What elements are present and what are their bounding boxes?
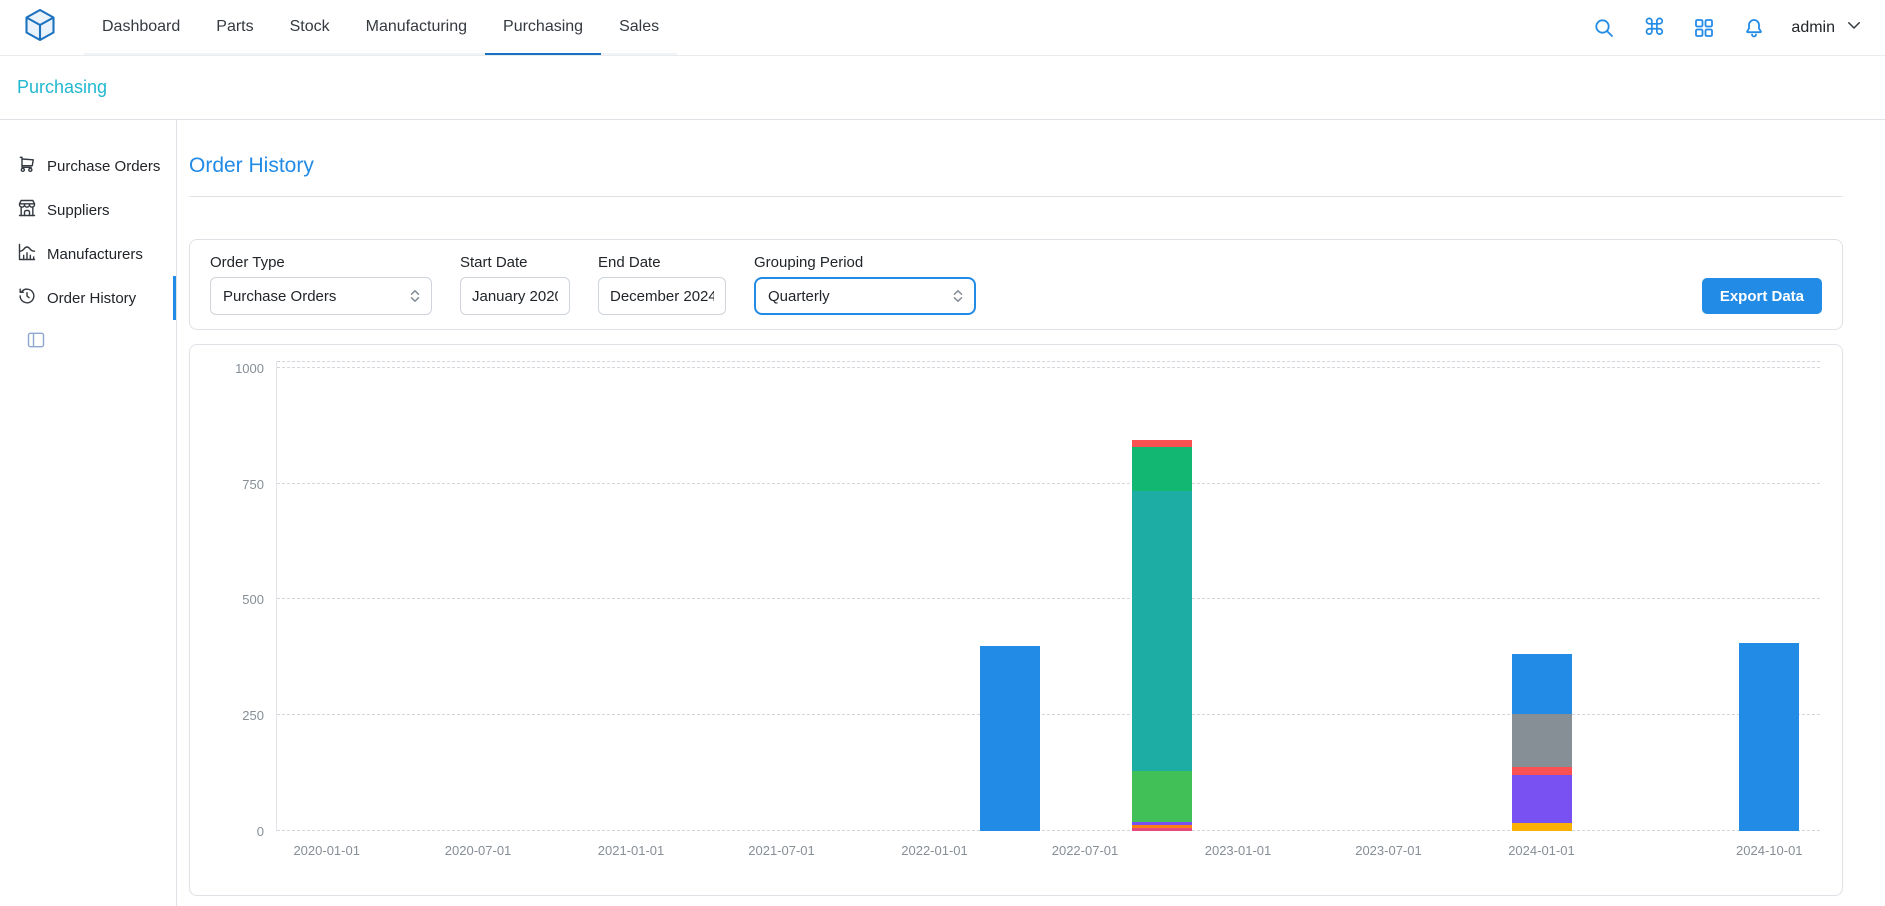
x-tick-label: 2021-01-01 <box>598 843 665 858</box>
shopping-cart-icon <box>17 154 37 178</box>
chevron-down-icon <box>1845 16 1863 39</box>
grouping-period-value: Quarterly <box>768 288 830 305</box>
app-logo[interactable] <box>22 0 58 55</box>
grouping-period-select[interactable]: Quarterly <box>754 277 976 315</box>
y-tick-label: 750 <box>242 477 264 492</box>
order-type-label: Order Type <box>210 254 432 271</box>
command-icon[interactable]: ⌘ <box>1641 15 1667 41</box>
sidebar-item-suppliers[interactable]: Suppliers <box>0 188 176 232</box>
chart-card: 0 250 500 750 1000 2020-01-01 2020-07-01 2021-… <box>189 344 1843 896</box>
sidebar: Purchase Orders Suppliers <box>0 120 177 906</box>
sidebar-item-label: Manufacturers <box>47 246 143 263</box>
gridline <box>277 361 1820 362</box>
sidebar-item-label: Purchase Orders <box>47 158 160 175</box>
chart-bar-segment <box>1739 643 1799 831</box>
chart-inner: 0 250 500 750 1000 2020-01-01 2020-07-01 2021-… <box>212 361 1820 879</box>
nav-tab-parts[interactable]: Parts <box>198 0 271 55</box>
chart-plot <box>276 361 1820 831</box>
end-date-input[interactable] <box>598 277 726 315</box>
app-header: Dashboard Parts Stock Manufacturing Purc… <box>0 0 1885 56</box>
main-nav: Dashboard Parts Stock Manufacturing Purc… <box>84 0 677 55</box>
gridline <box>277 714 1820 715</box>
grouping-period-group: Grouping Period Quarterly <box>754 254 976 315</box>
chart-bar-segment <box>1132 771 1192 822</box>
chart-corner <box>212 831 276 879</box>
page: Dashboard Parts Stock Manufacturing Purc… <box>0 0 1885 906</box>
title-divider <box>189 196 1843 197</box>
x-tick-label: 2023-01-01 <box>1205 843 1272 858</box>
sidebar-item-order-history[interactable]: Order History <box>0 276 176 320</box>
user-menu[interactable]: admin <box>1791 16 1863 39</box>
gridline <box>277 483 1820 484</box>
x-tick-label: 2021-07-01 <box>748 843 815 858</box>
main-panel: Order History Order Type Purchase Orders <box>177 120 1885 906</box>
chart-bar[interactable] <box>1512 654 1572 831</box>
chart-histogram-icon <box>17 242 37 266</box>
selector-icon <box>950 288 966 304</box>
search-icon[interactable] <box>1591 15 1617 41</box>
x-tick-label: 2024-10-01 <box>1736 843 1803 858</box>
header-actions: ⌘ admin <box>1591 0 1863 55</box>
y-tick-label: 500 <box>242 592 264 607</box>
y-tick-label: 0 <box>257 824 264 839</box>
chart-bar-segment <box>1132 447 1192 491</box>
order-type-value: Purchase Orders <box>223 288 336 305</box>
bell-icon[interactable] <box>1741 15 1767 41</box>
y-tick-label: 250 <box>242 708 264 723</box>
nav-tab-dashboard[interactable]: Dashboard <box>84 0 198 55</box>
end-date-group: End Date <box>598 254 726 315</box>
sidebar-item-label: Suppliers <box>47 202 110 219</box>
order-type-select[interactable]: Purchase Orders <box>210 277 432 315</box>
selector-icon <box>407 288 423 304</box>
page-title: Order History <box>189 154 1843 178</box>
chart-bar-segment <box>1512 654 1572 714</box>
breadcrumb[interactable]: Purchasing <box>17 77 107 98</box>
chart-bar-segment <box>1512 714 1572 767</box>
nav-tab-sales[interactable]: Sales <box>601 0 677 55</box>
gridline <box>277 598 1820 599</box>
building-store-icon <box>17 198 37 222</box>
export-data-button[interactable]: Export Data <box>1702 278 1822 314</box>
user-name: admin <box>1791 19 1835 37</box>
start-date-label: Start Date <box>460 254 570 271</box>
y-tick-label: 1000 <box>235 361 264 376</box>
sidebar-item-purchase-orders[interactable]: Purchase Orders <box>0 144 176 188</box>
chart-bar-segment <box>1512 823 1572 831</box>
nav-tab-purchasing[interactable]: Purchasing <box>485 0 601 55</box>
chart-x-axis: 2020-01-01 2020-07-01 2021-01-01 2021-07-01… <box>276 831 1820 879</box>
x-tick-label: 2024-01-01 <box>1508 843 1575 858</box>
chart-bar[interactable] <box>980 646 1040 831</box>
history-clock-icon <box>17 286 37 310</box>
chart-bar-segment <box>1512 767 1572 775</box>
x-tick-label: 2020-01-01 <box>293 843 360 858</box>
start-date-group: Start Date <box>460 254 570 315</box>
nav-tab-manufacturing[interactable]: Manufacturing <box>348 0 485 55</box>
filter-panel: Order Type Purchase Orders Start Date <box>189 239 1843 330</box>
gridline <box>277 367 1820 368</box>
package-cube-icon <box>22 7 58 48</box>
chart-y-axis: 02505007501000 <box>212 361 276 831</box>
collapse-sidebar-icon[interactable] <box>26 330 48 352</box>
start-date-input[interactable] <box>460 277 570 315</box>
chart-bar-segment <box>1512 775 1572 823</box>
chart-bar-segment <box>980 646 1040 831</box>
chart-bar[interactable] <box>1132 440 1192 831</box>
x-tick-label: 2022-07-01 <box>1052 843 1119 858</box>
nav-tab-stock[interactable]: Stock <box>272 0 348 55</box>
content: Purchase Orders Suppliers <box>0 120 1885 906</box>
x-tick-label: 2022-01-01 <box>901 843 968 858</box>
order-type-group: Order Type Purchase Orders <box>210 254 432 315</box>
x-tick-label: 2020-07-01 <box>445 843 512 858</box>
chart-bar[interactable] <box>1739 643 1799 831</box>
end-date-label: End Date <box>598 254 726 271</box>
sidebar-item-manufacturers[interactable]: Manufacturers <box>0 232 176 276</box>
chart-bar-segment <box>1132 491 1192 771</box>
x-tick-label: 2023-07-01 <box>1355 843 1422 858</box>
sidebar-item-label: Order History <box>47 290 136 307</box>
breadcrumb-bar: Purchasing <box>0 56 1885 120</box>
apps-grid-icon[interactable] <box>1691 15 1717 41</box>
grouping-period-label: Grouping Period <box>754 254 976 271</box>
chart-bar-segment <box>1132 440 1192 447</box>
